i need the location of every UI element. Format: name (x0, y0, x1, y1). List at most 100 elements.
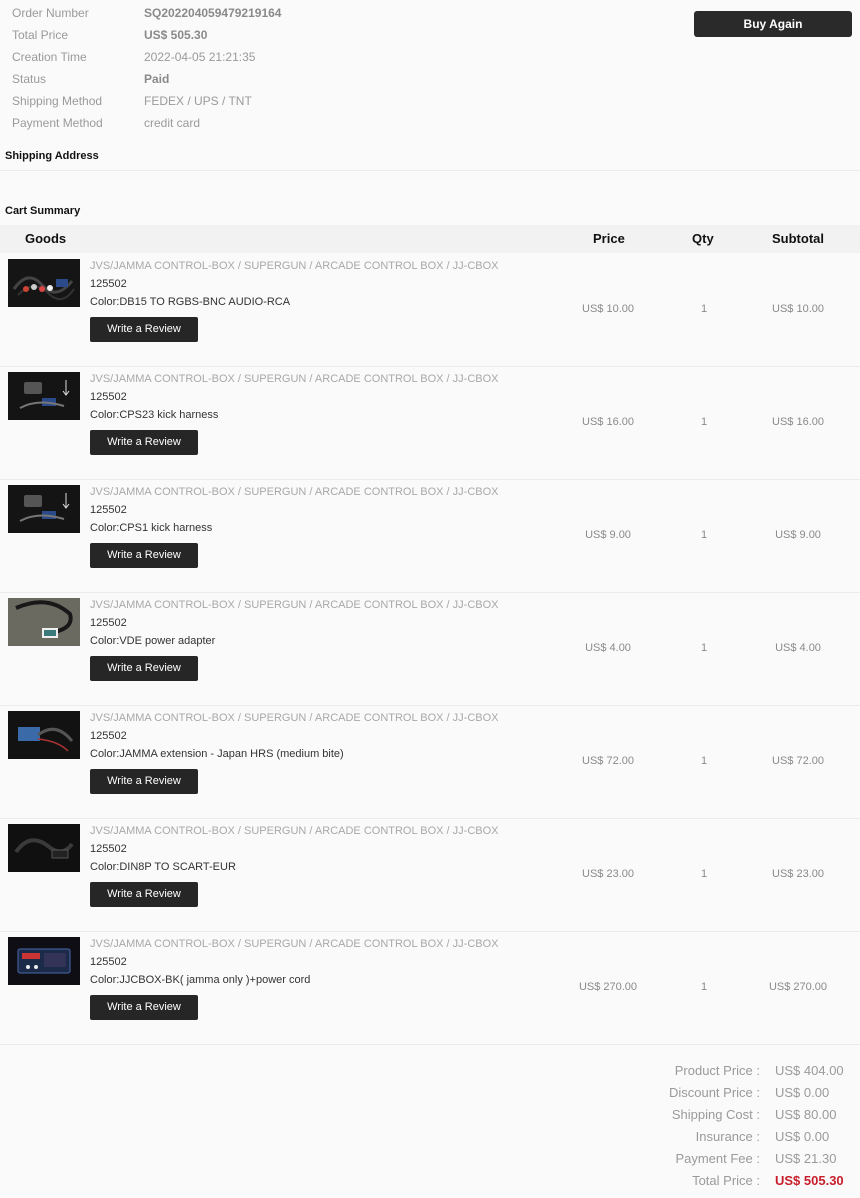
write-review-button[interactable]: Write a Review (90, 656, 198, 681)
product-price-value: US$ 404.00 (775, 1063, 844, 1078)
item-price: US$ 16.00 (582, 416, 634, 428)
product-sku: 125502 (90, 956, 127, 968)
discount-price-value: US$ 0.00 (775, 1085, 830, 1100)
goods-cell: JVS/JAMMA CONTROL-BOX / SUPERGUN / ARCAD… (90, 709, 510, 794)
total-price-label: Total Price (12, 28, 69, 42)
product-color: Color:DB15 TO RGBS-BNC AUDIO-RCA (90, 296, 291, 308)
item-qty: 1 (700, 755, 708, 767)
product-color: Color:VDE power adapter (90, 635, 216, 647)
product-name[interactable]: JVS/JAMMA CONTROL-BOX / SUPERGUN / ARCAD… (90, 370, 510, 388)
item-qty: 1 (700, 303, 708, 315)
product-thumbnail[interactable] (8, 598, 80, 646)
col-price: Price (593, 231, 625, 246)
col-qty: Qty (692, 231, 714, 246)
col-subtotal: Subtotal (772, 231, 824, 246)
product-price-row: Product Price : US$ 404.00 (600, 1060, 850, 1082)
item-qty: 1 (700, 416, 708, 428)
product-sku: 125502 (90, 617, 127, 629)
item-subtotal: US$ 4.00 (775, 642, 821, 654)
shipping-method-label: Shipping Method (12, 94, 103, 108)
cart-row: JVS/JAMMA CONTROL-BOX / SUPERGUN / ARCAD… (0, 592, 860, 706)
product-color: Color:CPS1 kick harness (90, 522, 213, 534)
goods-cell: JVS/JAMMA CONTROL-BOX / SUPERGUN / ARCAD… (90, 822, 510, 907)
cart-row: JVS/JAMMA CONTROL-BOX / SUPERGUN / ARCAD… (0, 479, 860, 593)
creation-time-label: Creation Time (12, 50, 87, 64)
product-thumbnail[interactable] (8, 372, 80, 420)
product-name[interactable]: JVS/JAMMA CONTROL-BOX / SUPERGUN / ARCAD… (90, 483, 510, 501)
product-sku: 125502 (90, 278, 127, 290)
product-color: Color:JJCBOX-BK( jamma only )+power cord (90, 974, 311, 986)
discount-price-row: Discount Price : US$ 0.00 (600, 1082, 850, 1104)
product-price-label: Product Price : (674, 1063, 760, 1078)
item-subtotal: US$ 10.00 (772, 303, 824, 315)
shipping-cost-label: Shipping Cost : (671, 1107, 760, 1122)
product-name[interactable]: JVS/JAMMA CONTROL-BOX / SUPERGUN / ARCAD… (90, 935, 510, 953)
goods-cell: JVS/JAMMA CONTROL-BOX / SUPERGUN / ARCAD… (90, 370, 510, 455)
shipping-address-divider (0, 170, 860, 171)
status-value: Paid (144, 72, 170, 86)
goods-cell: JVS/JAMMA CONTROL-BOX / SUPERGUN / ARCAD… (90, 596, 510, 681)
product-name[interactable]: JVS/JAMMA CONTROL-BOX / SUPERGUN / ARCAD… (90, 257, 510, 275)
item-qty: 1 (700, 868, 708, 880)
goods-cell: JVS/JAMMA CONTROL-BOX / SUPERGUN / ARCAD… (90, 935, 510, 1020)
product-thumbnail[interactable] (8, 937, 80, 985)
write-review-button[interactable]: Write a Review (90, 882, 198, 907)
shipping-address-redacted (6, 176, 646, 190)
product-thumbnail[interactable] (8, 259, 80, 307)
grand-total-row: Total Price : US$ 505.30 (600, 1170, 850, 1192)
grand-total-label: Total Price : (692, 1173, 760, 1188)
product-sku: 125502 (90, 504, 127, 516)
product-name[interactable]: JVS/JAMMA CONTROL-BOX / SUPERGUN / ARCAD… (90, 822, 510, 840)
product-color: Color:JAMMA extension - Japan HRS (mediu… (90, 748, 344, 760)
discount-price-label: Discount Price : (668, 1085, 760, 1100)
product-name[interactable]: JVS/JAMMA CONTROL-BOX / SUPERGUN / ARCAD… (90, 709, 510, 727)
cart-summary-title: Cart Summary (5, 205, 81, 217)
creation-time-value: 2022-04-05 21:21:35 (144, 50, 256, 64)
shipping-method-value: FEDEX / UPS / TNT (144, 94, 252, 108)
payment-fee-row: Payment Fee : US$ 21.30 (600, 1148, 850, 1170)
buy-again-button[interactable]: Buy Again (694, 11, 852, 37)
cart-row: JVS/JAMMA CONTROL-BOX / SUPERGUN / ARCAD… (0, 253, 860, 367)
product-thumbnail[interactable] (8, 824, 80, 872)
payment-fee-label: Payment Fee : (675, 1151, 760, 1166)
cart-row: JVS/JAMMA CONTROL-BOX / SUPERGUN / ARCAD… (0, 705, 860, 819)
item-price: US$ 23.00 (582, 868, 634, 880)
item-price: US$ 72.00 (582, 755, 634, 767)
product-thumbnail[interactable] (8, 711, 80, 759)
product-sku: 125502 (90, 843, 127, 855)
item-price: US$ 9.00 (585, 529, 631, 541)
write-review-button[interactable]: Write a Review (90, 995, 198, 1020)
item-price: US$ 10.00 (582, 303, 634, 315)
cart-row: JVS/JAMMA CONTROL-BOX / SUPERGUN / ARCAD… (0, 818, 860, 932)
cart-table-header: Goods Price Qty Subtotal (0, 225, 860, 253)
item-subtotal: US$ 9.00 (775, 529, 821, 541)
item-subtotal: US$ 23.00 (772, 868, 824, 880)
status-label: Status (12, 72, 47, 86)
product-color: Color:CPS23 kick harness (90, 409, 219, 421)
payment-method-label: Payment Method (12, 116, 103, 130)
write-review-button[interactable]: Write a Review (90, 317, 198, 342)
item-subtotal: US$ 16.00 (772, 416, 824, 428)
goods-cell: JVS/JAMMA CONTROL-BOX / SUPERGUN / ARCAD… (90, 483, 510, 568)
cart-row: JVS/JAMMA CONTROL-BOX / SUPERGUN / ARCAD… (0, 931, 860, 1045)
product-thumbnail[interactable] (8, 485, 80, 533)
item-qty: 1 (700, 981, 708, 993)
order-number-value: SQ202204059479219164 (144, 6, 282, 20)
write-review-button[interactable]: Write a Review (90, 430, 198, 455)
insurance-row: Insurance : US$ 0.00 (600, 1126, 850, 1148)
item-subtotal: US$ 72.00 (772, 755, 824, 767)
write-review-button[interactable]: Write a Review (90, 769, 198, 794)
shipping-address-title: Shipping Address (5, 150, 99, 162)
cart-row: JVS/JAMMA CONTROL-BOX / SUPERGUN / ARCAD… (0, 366, 860, 480)
shipping-cost-value: US$ 80.00 (775, 1107, 837, 1122)
shipping-cost-row: Shipping Cost : US$ 80.00 (600, 1104, 850, 1126)
product-color: Color:DIN8P TO SCART-EUR (90, 861, 236, 873)
item-qty: 1 (700, 529, 708, 541)
product-sku: 125502 (90, 391, 127, 403)
total-price-value: US$ 505.30 (144, 28, 208, 42)
product-name[interactable]: JVS/JAMMA CONTROL-BOX / SUPERGUN / ARCAD… (90, 596, 510, 614)
write-review-button[interactable]: Write a Review (90, 543, 198, 568)
grand-total-value: US$ 505.30 (775, 1173, 844, 1188)
order-number-label: Order Number (12, 6, 89, 20)
item-subtotal: US$ 270.00 (768, 981, 828, 993)
